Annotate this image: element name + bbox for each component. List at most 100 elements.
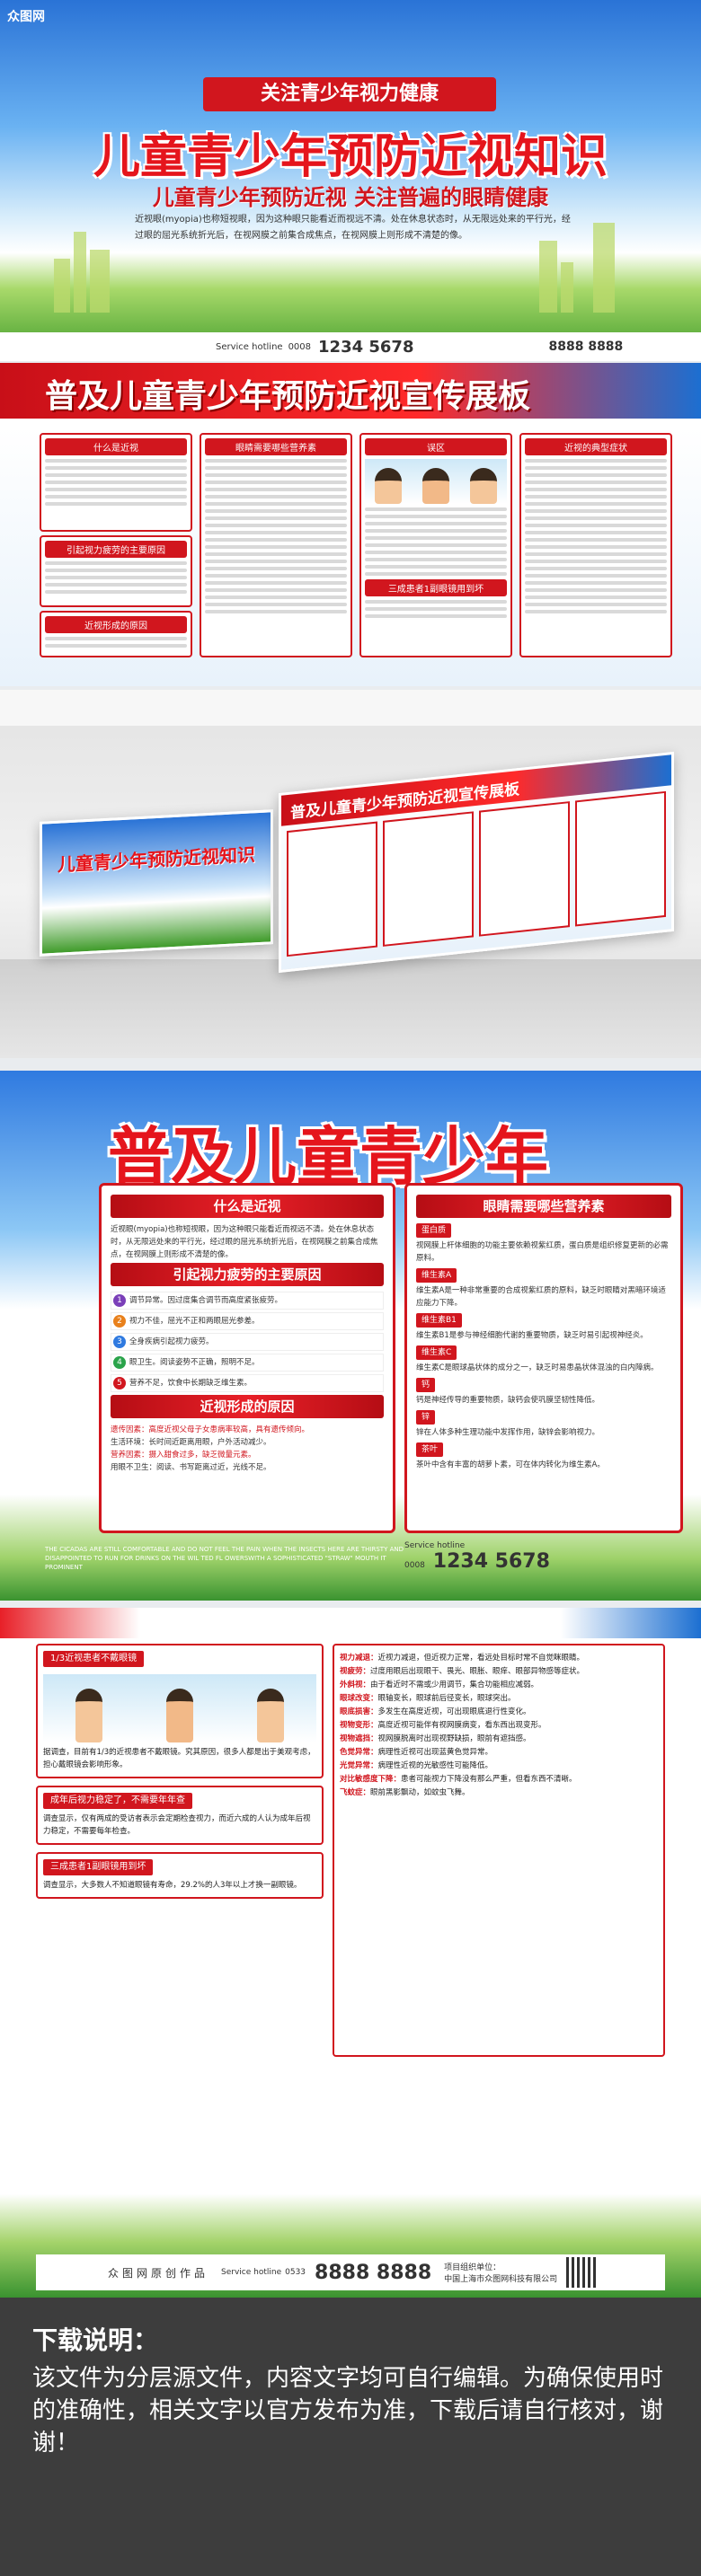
overview-panel: 引起视力疲劳的主要原因 — [40, 535, 192, 607]
banner-tag: 关注青少年视力健康 — [203, 77, 496, 111]
banner-subtitle: 儿童青少年预防近视 关注普遍的眼睛健康 — [152, 185, 549, 210]
overview-panel: 眼睛需要哪些营养素 — [200, 433, 352, 657]
symptom-item: 色觉异常：病理性近视可出现蓝黄色觉异常。 — [340, 1748, 493, 1757]
banner-intro: 近视眼(myopia)也称短视眼，因为这种眼只能看近而视远不清。处在休息状态时，… — [135, 215, 571, 241]
city-building — [54, 259, 70, 313]
section-text: 近视眼(myopia)也称短视眼，因为这种眼只能看近而视远不清。处在休息状态时，… — [111, 1225, 378, 1259]
nutrient-item: 锌锌在人体多种生理功能中发挥作用，缺锌会影响视力。 — [416, 1410, 671, 1439]
service-label: Service hotline — [216, 341, 283, 352]
symptom-item: 飞蚊症：眼前黑影飘动，如蚊虫飞舞。 — [340, 1788, 470, 1797]
detail-footer: Service hotline 0008 1234 5678 — [404, 1541, 550, 1573]
detail-board-1: 普及儿童青少年 什么是近视 近视眼(myopia)也称短视眼，因为这种眼只能看近… — [0, 1071, 701, 1601]
detail2-right-column: 视力减退：近视力减退，但近视力正常，看远处目标时常不自觉眯眼睛。 视疲劳：过度用… — [333, 1644, 665, 2057]
symptom-item: 眼底损害：多发生在高度近视，可出现眼底退行性变化。 — [340, 1707, 531, 1716]
symptom-item: 外斜视：由于看近时不需或少用调节，集合功能相应减弱。 — [340, 1681, 539, 1689]
symptom-item: 光觉异常：病理性近视的光敏感性可能降低。 — [340, 1761, 493, 1770]
panel-text — [525, 459, 667, 613]
reason-item: 营养因素：摄入甜食过多，缺乏微量元素。 — [111, 1451, 256, 1460]
reason-item: 遗传因素：高度近视父母子女患病率较高，具有遗传倾向。 — [111, 1425, 310, 1434]
detail2-left-column: 1/3近视患者不戴眼镜 据调查，目前有1/3的近视患者不戴眼镜。究其原因，很多人… — [36, 1644, 324, 1899]
service-code: 0008 — [288, 341, 312, 352]
panel-heading: 什么是近视 — [45, 438, 187, 455]
symptom-item: 视疲劳：过度用眼后出现眼干、畏光、眼胀、眼痒、眼部异物感等症状。 — [340, 1667, 585, 1676]
overview-header: 普及儿童青少年预防近视宣传展板 — [0, 363, 701, 419]
mockup-board-left: 儿童青少年预防近视知识 — [40, 809, 273, 957]
panel-text — [45, 459, 187, 506]
service-phone: 1234 5678 — [432, 1550, 550, 1573]
panel-text — [45, 637, 187, 648]
mockup-title-left: 儿童青少年预防近视知识 — [58, 843, 255, 876]
panel-heading: 近视的典型症状 — [525, 438, 667, 455]
service-phone-right: 8888 8888 — [548, 340, 624, 354]
overview-panel: 近视形成的原因 — [40, 611, 192, 657]
info-box: 成年后视力稳定了，不需要年年查 调查显示，仅有两成的受访者表示会定期检查视力，而… — [36, 1786, 324, 1845]
children-illustration — [365, 459, 507, 504]
service-code: 0008 — [404, 1561, 425, 1570]
city-building — [593, 223, 615, 313]
overview-panel: 近视的典型症状 — [519, 433, 672, 657]
nutrient-item: 钙钙是神经传导的重要物质，缺钙会使巩膜坚韧性降低。 — [416, 1378, 671, 1407]
service-label: Service hotline — [221, 2268, 282, 2277]
cause-item: 2 视力不佳，屈光不正和两眼屈光参差。 — [111, 1312, 384, 1330]
ceiling — [0, 690, 701, 726]
nutrient-item: 茶叶 茶叶中含有丰富的胡萝卜素，可在体内转化为维生素A。 — [416, 1442, 671, 1471]
site-logo: 众图网 — [7, 10, 45, 24]
nutrient-item: 维生素C 维生素C是眼球晶状体的成分之一，缺乏时易患晶状体混浊的白内障病。 — [416, 1345, 671, 1374]
nutrient-item: 蛋白质 视网膜上杆体细胞的功能主要依赖视紫红质，蛋白质是组织修复更新的必需原料。 — [416, 1223, 671, 1265]
download-notes: 下载说明： 该文件为分层源文件，内容文字均可自行编辑。为确保使用时的准确性，相关… — [0, 2298, 701, 2576]
panel-text — [365, 507, 507, 576]
box-heading: 成年后视力稳定了，不需要年年查 — [43, 1793, 192, 1809]
overview-board: 普及儿童青少年预防近视宣传展板 什么是近视 引起视力疲劳的主要原因 近视形成的原… — [0, 363, 701, 686]
reason-item: 用眼不卫生：阅读、书写距离过近，光线不足。 — [111, 1463, 271, 1472]
symptom-item: 视物遮挡：视网膜脱离时出现视野缺损，眼前有遮挡感。 — [340, 1734, 531, 1743]
overview-title: 普及儿童青少年预防近视宣传展板 — [45, 378, 531, 415]
panel-text — [365, 600, 507, 618]
nutrient-item: 维生素A 维生素A是一种非常重要的合成视紫红质的原料，缺乏时眼睛对黑暗环境适应能力… — [416, 1268, 671, 1310]
symptom-item: 视物变形：高度近视可能伴有视网膜病变，看东西出现变形。 — [340, 1721, 546, 1730]
footer-site: 众图网原创作品 — [108, 2266, 209, 2280]
footer-unit: 项目组织单位： 中国上海市众图网科技有限公司 — [444, 2263, 558, 2284]
download-description: 该文件为分层源文件，内容文字均可自行编辑。为确保使用时的准确性，相关文字以官方发… — [32, 2365, 664, 2457]
mockup-board-right: 普及儿童青少年预防近视宣传展板 — [279, 751, 674, 974]
city-building — [74, 232, 86, 313]
cause-item: 3 全身疾病引起视力疲劳。 — [111, 1333, 384, 1351]
box-text: 调查显示，仅有两成的受访者表示会定期检查视力，而近六成的人认为成年后视力稳定，不… — [43, 1814, 311, 1836]
city-building — [561, 262, 573, 313]
panel-text — [45, 561, 187, 594]
panel-heading: 近视形成的原因 — [45, 616, 187, 633]
box-heading: 1/3近视患者不戴眼镜 — [43, 1651, 145, 1667]
cause-item: 4 眼卫生。阅读姿势不正确，照明不足。 — [111, 1354, 384, 1372]
box-heading: 三成患者1副眼镜用到坏 — [43, 1859, 154, 1875]
top-band — [0, 1608, 701, 1638]
cause-item: 5 营养不足，饮食中长期缺乏维生素。 — [111, 1374, 384, 1392]
info-box: 三成患者1副眼镜用到坏 调查显示，大多数人不知道眼镜有寿命，29.2%的人3年以… — [36, 1852, 324, 1899]
box-text: 调查显示，大多数人不知道眼镜有寿命，29.2%的人3年以上才换一副眼镜。 — [43, 1881, 302, 1890]
download-title: 下载说明： — [32, 2325, 159, 2355]
english-decoration: THE CICADAS ARE STILL COMFORTABLE AND DO… — [45, 1546, 404, 1571]
detail-left-column: 什么是近视 近视眼(myopia)也称短视眼，因为这种眼只能看近而视远不清。处在… — [99, 1183, 395, 1533]
symptom-item: 视力减退：近视力减退，但近视力正常，看远处目标时常不自觉眯眼睛。 — [340, 1654, 585, 1663]
banner-main: 众图网 关注青少年视力健康 儿童青少年预防近视知识 儿童青少年预防近视 关注普遍… — [0, 0, 701, 361]
service-phone: 8888 8888 — [315, 2261, 432, 2284]
nutrient-item: 维生素B1 维生素B1是参与神经细胞代谢的重要物质，缺乏时易引起视神经炎。 — [416, 1313, 671, 1342]
panel-heading: 眼睛需要哪些营养素 — [205, 438, 347, 455]
cause-item: 1 调节异常。因过度集合调节而高度紧张疲劳。 — [111, 1292, 384, 1310]
panel-text — [205, 459, 347, 613]
section-heading: 眼睛需要哪些营养素 — [416, 1195, 671, 1218]
box-text: 据调查，目前有1/3的近视患者不戴眼镜。究其原因，很多人都是出于美观考虑，担心戴… — [43, 1748, 315, 1769]
section-heading: 什么是近视 — [111, 1195, 384, 1218]
city-building — [90, 250, 110, 313]
overview-panel: 误区 三成患者1副眼镜用到坏 — [359, 433, 512, 657]
detail2-footer: 众图网原创作品 Service hotline 0533 8888 8888 项… — [36, 2254, 665, 2290]
section-heading: 近视形成的原因 — [111, 1395, 384, 1418]
overview-panel: 什么是近视 — [40, 433, 192, 532]
symptom-item: 对比敏感度下降：患者可能视力下降没有那么严重，但看东西不清晰。 — [340, 1775, 577, 1784]
detail-right-column: 眼睛需要哪些营养素 蛋白质 视网膜上杆体细胞的功能主要依赖视紫红质，蛋白质是组织修… — [404, 1183, 683, 1533]
floor — [0, 959, 701, 1058]
room-mockup: 儿童青少年预防近视知识 普及儿童青少年预防近视宣传展板 — [0, 690, 701, 1058]
symptom-item: 眼球改变：眼轴变长，眼球前后径变长，眼球突出。 — [340, 1694, 516, 1703]
detail-board-2: 1/3近视患者不戴眼镜 据调查，目前有1/3的近视患者不戴眼镜。究其原因，很多人… — [0, 1608, 701, 2298]
panel-heading: 三成患者1副眼镜用到坏 — [365, 579, 507, 596]
service-phone: 1234 5678 — [318, 337, 414, 357]
banner-footer: Service hotline 0008 1234 5678 8888 8888 — [0, 332, 701, 361]
